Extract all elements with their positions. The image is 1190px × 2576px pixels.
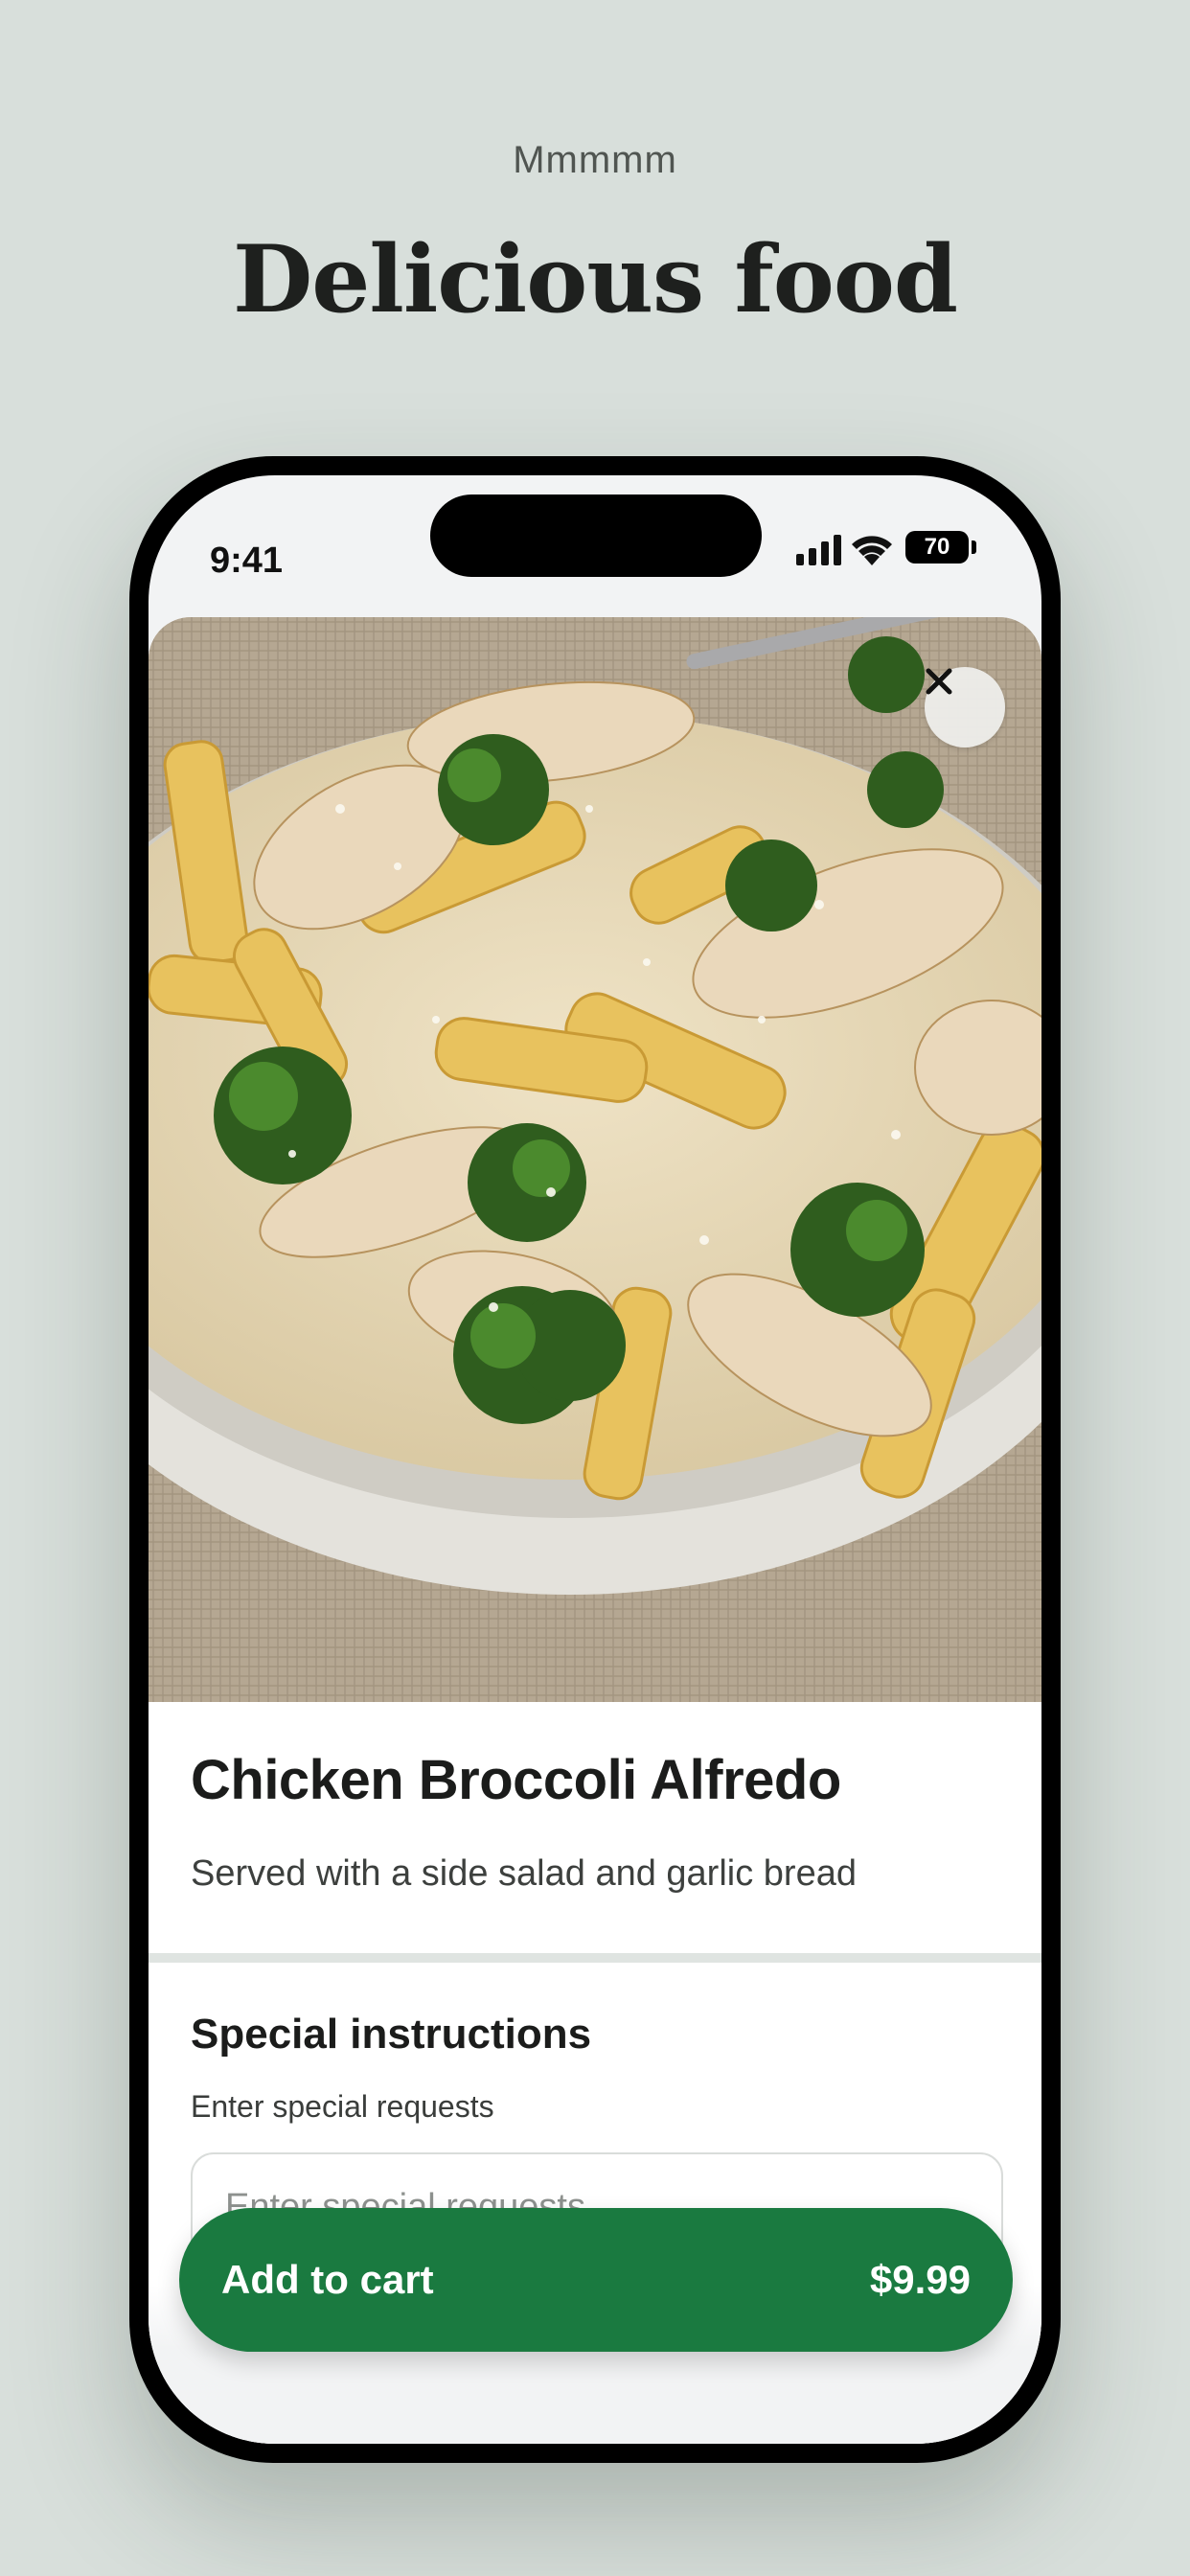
status-time: 9:41 bbox=[210, 540, 284, 581]
battery-icon: 70 bbox=[905, 531, 969, 564]
battery-tip bbox=[972, 540, 976, 554]
cellular-signal-icon bbox=[796, 535, 841, 565]
section-divider bbox=[149, 1953, 1041, 1963]
food-photo bbox=[149, 617, 1041, 1702]
page-title: Delicious food bbox=[233, 225, 958, 334]
phone-screen: 9:41 70 Chicken Broccoli Alfredo Served … bbox=[149, 475, 1041, 2444]
page: Mmmmm Delicious food 9:41 70 Chicken Bro… bbox=[0, 0, 1190, 2576]
add-to-cart-button[interactable]: Add to cart $9.99 bbox=[179, 2208, 1013, 2352]
item-detail-sheet: Chicken Broccoli Alfredo Served with a s… bbox=[149, 617, 1041, 2444]
wifi-icon bbox=[852, 536, 892, 565]
page-eyebrow: Mmmmm bbox=[513, 139, 677, 181]
close-icon bbox=[926, 668, 952, 695]
phone-frame: 9:41 70 Chicken Broccoli Alfredo Served … bbox=[129, 456, 1061, 2463]
dish-title: Chicken Broccoli Alfredo bbox=[191, 1749, 841, 1811]
dynamic-island bbox=[430, 494, 762, 577]
add-to-cart-price: $9.99 bbox=[869, 2257, 971, 2302]
special-instructions-title: Special instructions bbox=[191, 2011, 592, 2058]
battery-level: 70 bbox=[924, 534, 950, 560]
close-button[interactable] bbox=[925, 667, 1005, 748]
special-instructions-label: Enter special requests bbox=[191, 2089, 494, 2124]
dish-description: Served with a side salad and garlic brea… bbox=[191, 1853, 857, 1894]
add-to-cart-label: Add to cart bbox=[221, 2257, 434, 2302]
